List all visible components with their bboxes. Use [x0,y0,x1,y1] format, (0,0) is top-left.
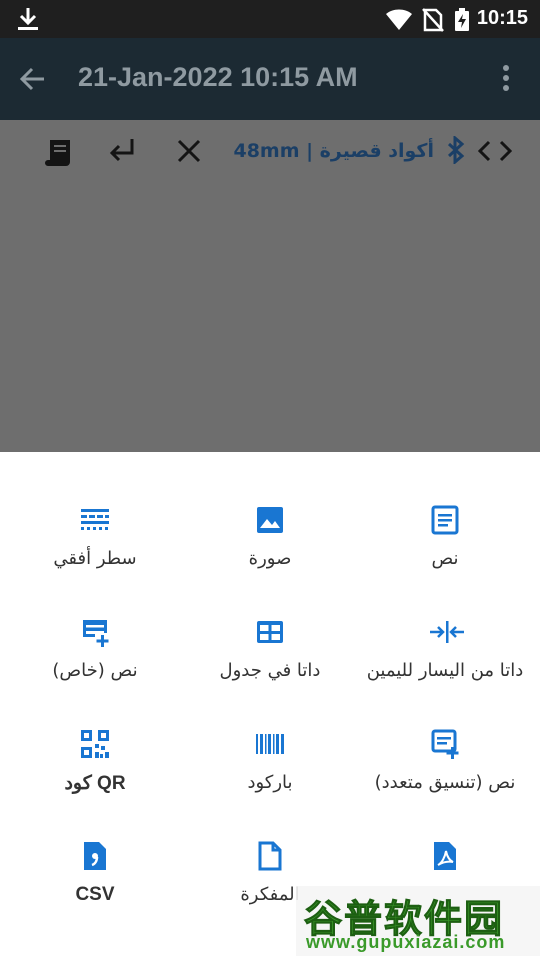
item-label: نص [431,548,459,569]
text-add-icon [79,616,111,648]
text-doc-icon [429,504,461,536]
back-arrow-icon[interactable] [18,65,46,97]
item-label: سطر أفقي [53,548,137,569]
more-vert-icon[interactable] [502,64,510,96]
item-label: داتا في جدول [219,660,321,681]
item-label: داتا من اليسار لليمين [366,660,524,681]
item-qr-code[interactable]: كود QR [5,714,185,826]
receipt-icon[interactable] [44,136,76,172]
item-label: نص (تنسيق متعدد) [374,772,516,793]
no-sim-icon [422,8,444,36]
printer-label[interactable]: أكواد قصيرة | 48mm [233,140,434,162]
enter-icon[interactable] [108,136,136,170]
item-barcode[interactable]: باركود [180,714,360,826]
horizontal-line-icon [79,504,111,536]
status-bar: 10:15 [0,0,540,38]
item-label: CSV [75,884,115,905]
bluetooth-icon[interactable] [446,134,466,168]
item-label: باركود [247,772,293,793]
bottom-sheet: نص صورة سطر أفقي داتا من اليسار لليمين د… [0,452,540,960]
item-text[interactable]: نص [355,490,535,602]
item-label: كود QR [64,773,126,794]
item-multi-format-text[interactable]: نص (تنسيق متعدد) [355,714,535,826]
pdf-icon [429,840,461,872]
align-center-icon [429,616,464,648]
item-horizontal-line[interactable]: سطر أفقي [5,490,185,602]
item-special-text[interactable]: نص (خاص) [5,602,185,714]
close-icon[interactable] [176,138,202,168]
page-title: 21-Jan-2022 10:15 AM [78,62,358,92]
qr-code-icon [79,728,111,760]
battery-charging-icon [454,8,470,36]
text-add-icon [429,728,461,760]
watermark-logo: 谷普软件园 www.gupuxiazai.com [296,886,540,956]
watermark-url: www.gupuxiazai.com [306,932,506,952]
download-icon [16,6,40,36]
item-table-data[interactable]: داتا في جدول [180,602,360,714]
item-label: صورة [248,548,292,569]
image-icon [254,504,286,536]
wifi-icon [386,9,412,35]
item-csv[interactable]: CSV [5,826,185,938]
barcode-icon [254,728,286,760]
app-bar: 21-Jan-2022 10:15 AM [0,38,540,120]
item-label: نص (خاص) [52,660,138,681]
note-file-icon [254,840,286,872]
status-time: 10:15 [476,7,528,29]
item-ltr-data[interactable]: داتا من اليسار لليمين [355,602,535,714]
code-icon[interactable] [477,140,513,166]
item-image[interactable]: صورة [180,490,360,602]
csv-file-icon [79,840,111,872]
scrim[interactable] [0,182,540,452]
editor-toolbar: أكواد قصيرة | 48mm [0,120,540,182]
table-icon [254,616,286,648]
